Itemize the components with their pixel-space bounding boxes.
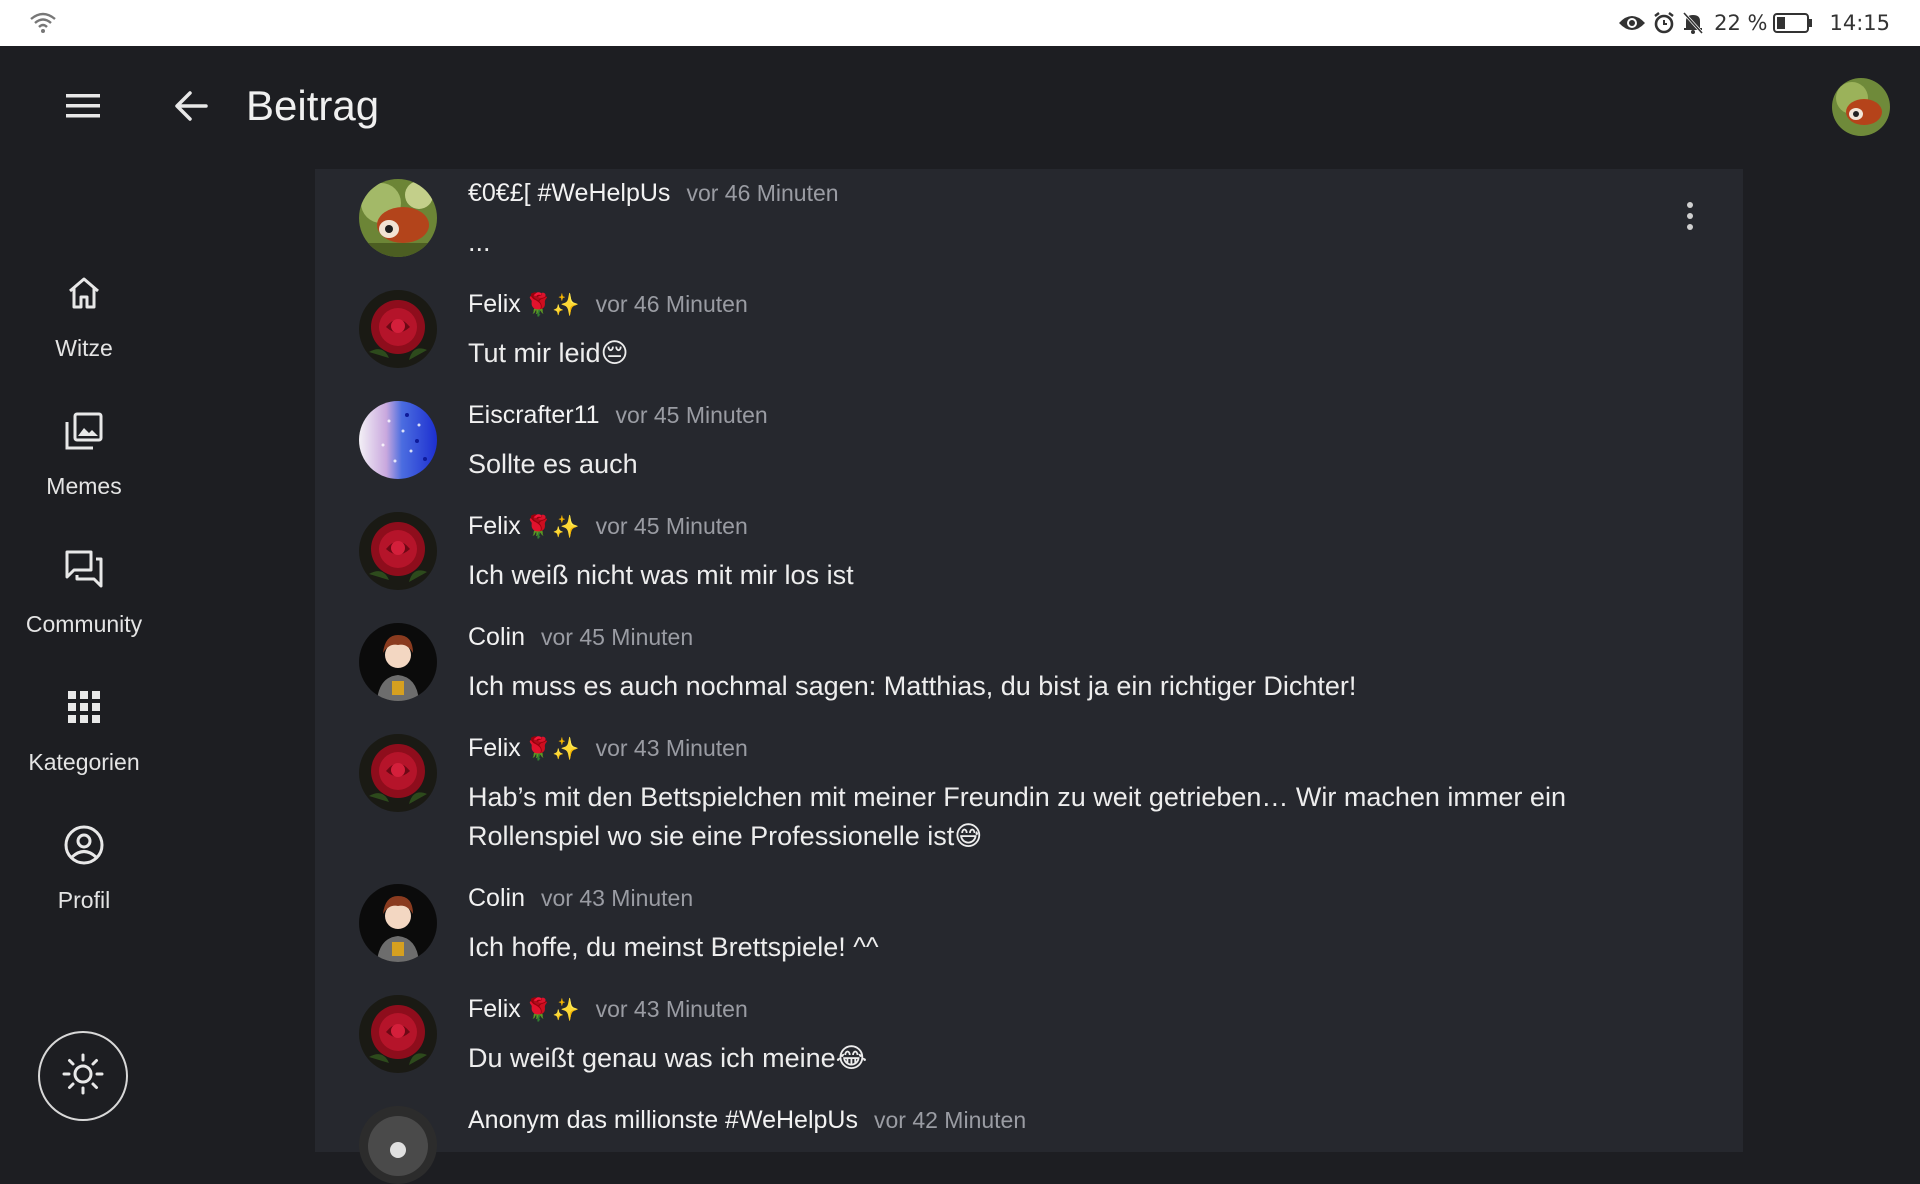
side-navigation: Witze Memes Community Kategorien Profil bbox=[0, 169, 168, 1152]
eye-icon bbox=[1618, 13, 1646, 33]
comment-author[interactable]: €0€£[ #WeHelpUs bbox=[468, 179, 670, 208]
comment-text: ... bbox=[468, 227, 491, 257]
comments-panel: €0€£[ #WeHelpUs vor 46 Minuten ... Felix… bbox=[315, 169, 1743, 1184]
comment-time: vor 43 Minuten bbox=[595, 996, 748, 1022]
comment-time: vor 45 Minuten bbox=[540, 624, 694, 650]
comment-time: vor 45 Minuten bbox=[595, 513, 748, 539]
comment-text: Ich hoffe, du meinst Brettspiele! ^^ bbox=[468, 932, 879, 962]
avatar-rose[interactable] bbox=[359, 512, 437, 590]
back-arrow-icon[interactable] bbox=[172, 88, 212, 129]
nav-item-profil[interactable]: Profil bbox=[0, 819, 168, 939]
nav-item-label: Profil bbox=[57, 887, 111, 913]
nav-item-kategorien[interactable]: Kategorien bbox=[0, 681, 168, 801]
nav-item-community[interactable]: Community bbox=[0, 543, 168, 663]
comment-author[interactable]: Felix bbox=[468, 734, 521, 763]
comment-time: vor 42 Minuten bbox=[873, 1107, 1027, 1133]
nav-item-label: Kategorien bbox=[28, 749, 140, 775]
page-title: Beitrag bbox=[246, 82, 380, 129]
nav-item-witze[interactable]: Witze bbox=[0, 267, 168, 387]
comment-time: vor 43 Minuten bbox=[595, 735, 748, 761]
app-bar: Beitrag bbox=[0, 46, 1920, 169]
clock: 14:15 bbox=[1829, 11, 1890, 35]
sun-icon bbox=[61, 1052, 105, 1101]
account-circle-icon bbox=[63, 819, 105, 871]
comment-time: vor 43 Minuten bbox=[540, 885, 694, 911]
grid-icon bbox=[66, 681, 102, 733]
status-bar: 22 % 14:15 bbox=[0, 0, 1920, 46]
alarm-icon bbox=[1652, 11, 1676, 35]
comment-time: vor 45 Minuten bbox=[615, 402, 768, 428]
comment-text: Ich muss es auch nochmal sagen: Matthias… bbox=[468, 671, 1357, 701]
comment-author[interactable]: Colin bbox=[468, 884, 525, 913]
comment-time: vor 46 Minuten bbox=[595, 291, 748, 317]
menu-icon[interactable] bbox=[64, 92, 104, 127]
avatar-rose[interactable] bbox=[359, 995, 437, 1073]
avatar-anime[interactable] bbox=[359, 623, 437, 701]
comment-text: Sollte es auch bbox=[468, 449, 638, 479]
author-emoji: 🌹✨ bbox=[524, 736, 580, 761]
battery-percent: 22 % bbox=[1714, 11, 1768, 35]
avatar-rose[interactable] bbox=[359, 290, 437, 368]
gallery-icon bbox=[63, 405, 105, 457]
comment-text: Du weißt genau was ich meine😂 bbox=[468, 1043, 868, 1073]
battery-icon bbox=[1773, 12, 1813, 34]
user-avatar[interactable] bbox=[1832, 78, 1890, 136]
theme-toggle-button[interactable] bbox=[38, 1031, 128, 1121]
nav-item-label: Witze bbox=[55, 335, 113, 361]
author-emoji: 🌹✨ bbox=[524, 514, 580, 539]
comment-author[interactable]: Felix bbox=[468, 995, 521, 1024]
comment-text: Ich weiß nicht was mit mir los ist bbox=[468, 560, 854, 590]
author-emoji: 🌹✨ bbox=[524, 997, 580, 1022]
wifi-icon bbox=[30, 12, 56, 38]
avatar-moon[interactable] bbox=[359, 1106, 437, 1184]
home-icon bbox=[64, 267, 104, 319]
forum-icon bbox=[63, 543, 105, 595]
nav-item-memes[interactable]: Memes bbox=[0, 405, 168, 525]
avatar-rose[interactable] bbox=[359, 734, 437, 812]
avatar-red-panda[interactable] bbox=[359, 179, 437, 257]
comment-text: Tut mir leid😔 bbox=[468, 338, 629, 368]
comment-author[interactable]: Anonym das millionste #WeHelpUs bbox=[468, 1106, 858, 1135]
comment-time: vor 46 Minuten bbox=[686, 180, 839, 206]
more-options-icon[interactable] bbox=[1685, 201, 1695, 236]
comment-author[interactable]: Eiscrafter11 bbox=[468, 401, 600, 430]
author-emoji: 🌹✨ bbox=[524, 292, 580, 317]
nav-item-label: Community bbox=[25, 611, 143, 637]
comment-text: Hab’s mit den Bettspielchen mit meiner F… bbox=[468, 782, 1566, 851]
avatar-anime[interactable] bbox=[359, 884, 437, 962]
nav-item-label: Memes bbox=[46, 473, 122, 499]
comment-author[interactable]: Felix bbox=[468, 512, 521, 541]
comment-author[interactable]: Colin bbox=[468, 623, 525, 652]
comment-author[interactable]: Felix bbox=[468, 290, 521, 319]
avatar-glitter[interactable] bbox=[359, 401, 437, 479]
bell-off-icon bbox=[1682, 11, 1704, 35]
